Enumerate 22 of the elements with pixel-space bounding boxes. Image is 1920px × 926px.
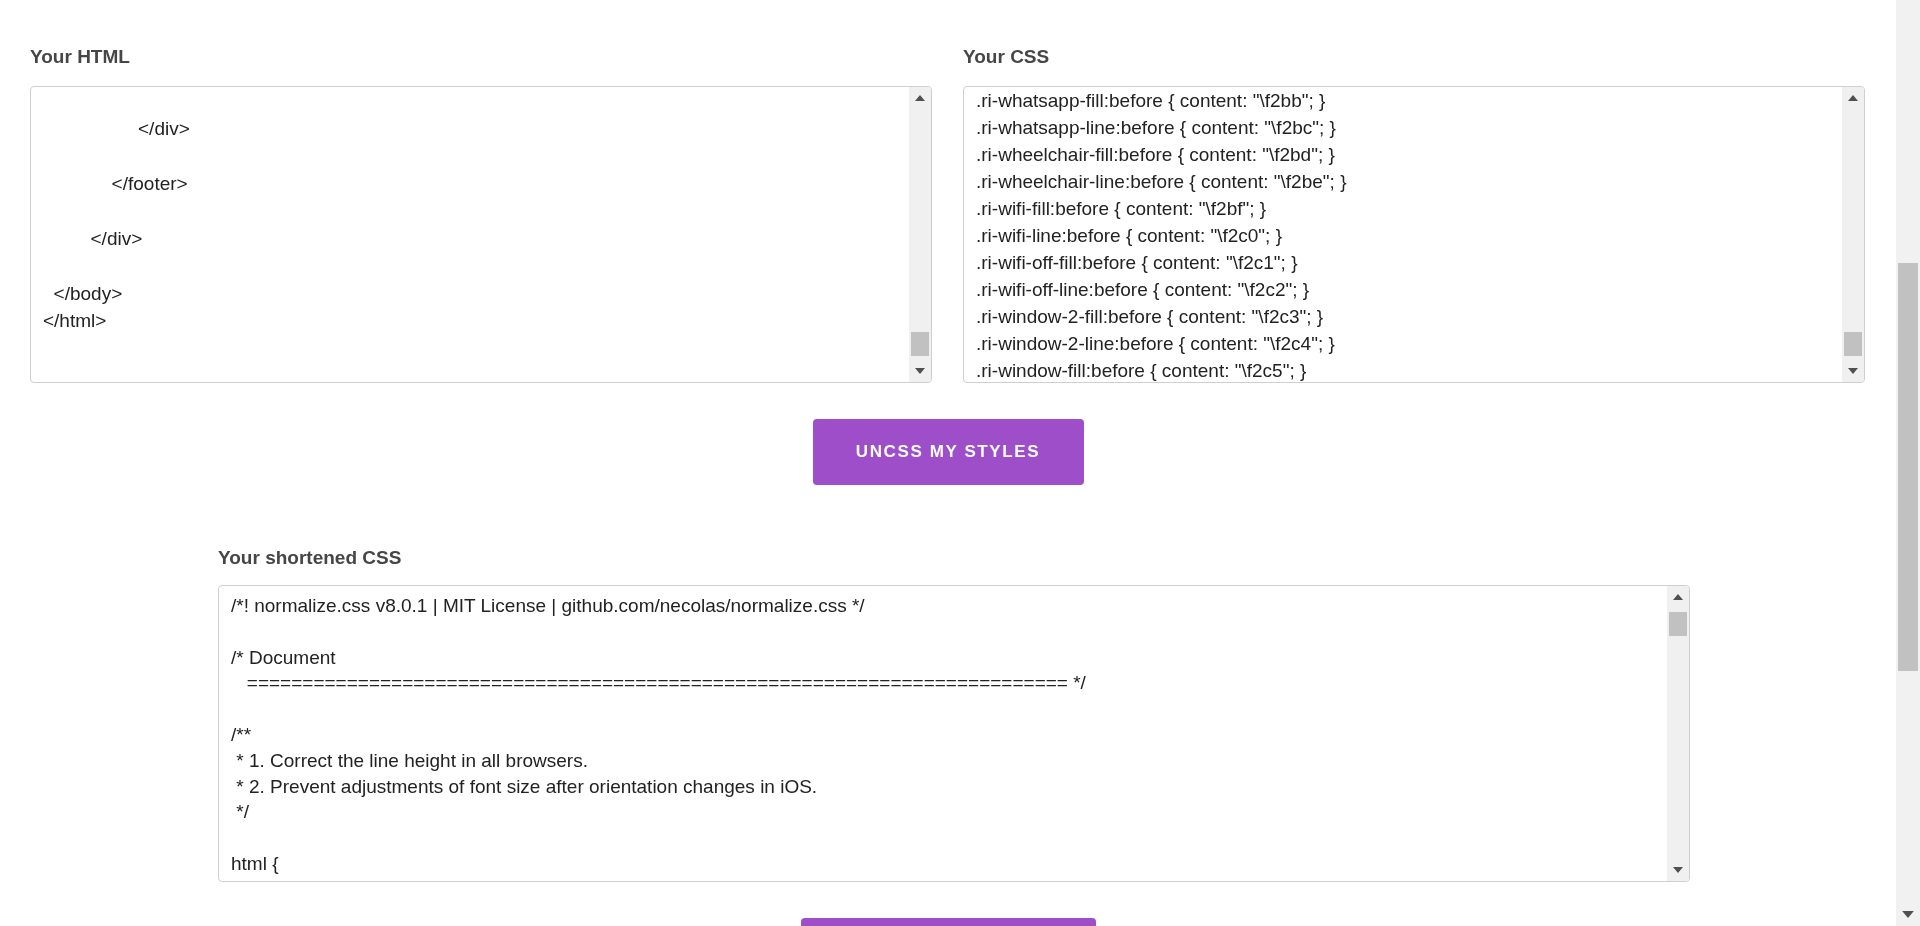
scrollbar[interactable]	[909, 87, 931, 382]
html-input[interactable]: </div> </footer> </div> </body> </html>	[30, 86, 932, 383]
scrollbar-thumb[interactable]	[1898, 263, 1918, 671]
scroll-down-icon[interactable]	[915, 368, 925, 374]
scroll-down-icon[interactable]	[1902, 911, 1914, 918]
scroll-down-icon[interactable]	[1673, 867, 1683, 873]
scroll-up-icon[interactable]	[1673, 594, 1683, 600]
scrollbar[interactable]	[1842, 87, 1864, 382]
page-scrollbar[interactable]	[1896, 0, 1920, 926]
uncss-button[interactable]: UNCSS MY STYLES	[812, 419, 1084, 485]
panel-label: Your CSS	[963, 45, 1050, 69]
scrollbar-thumb[interactable]	[1669, 612, 1687, 636]
scroll-up-icon[interactable]	[915, 95, 925, 101]
scrollbar[interactable]	[1667, 586, 1689, 881]
panel-label: Your shortened CSS	[218, 546, 402, 570]
panel-label: Your HTML	[30, 45, 130, 69]
scroll-up-icon[interactable]	[1848, 95, 1858, 101]
scroll-down-icon[interactable]	[1848, 368, 1858, 374]
scrollbar-thumb[interactable]	[911, 332, 929, 356]
output-textarea[interactable]: /*! normalize.css v8.0.1 | MIT License | github.com/necolas/normalize.css */ /* Document ========================================================================== */ /** * 1. Correct the line height in all browsers. * 2. Prevent adjustments of font size after orientation changes in iOS. */ html {	[218, 585, 1690, 882]
scrollbar-thumb[interactable]	[1844, 332, 1862, 356]
css-input[interactable]: .ri-whatsapp-fill:before { content: "\f2bb"; } .ri-whatsapp-line:before { content: "\f2bc"; } .ri-wheelchair-fill:before { content: "\f2bd"; } .ri-wheelchair-line:before { content: "\f2be"; } .ri-wifi-fill:before { content: "\f2bf"; } .ri-wifi-line:before { content: "\f2c0"; } .ri-wifi-off-fill:before { content: "\f2c1"; } .ri-wifi-off-line:before { content: "\f2c2"; } .ri-window-2-fill:before { content: "\f2c3"; } .ri-window-2-line:before { content: "\f2c4"; } .ri-window-fill:before { content: "\f2c5"; }	[963, 86, 1865, 383]
